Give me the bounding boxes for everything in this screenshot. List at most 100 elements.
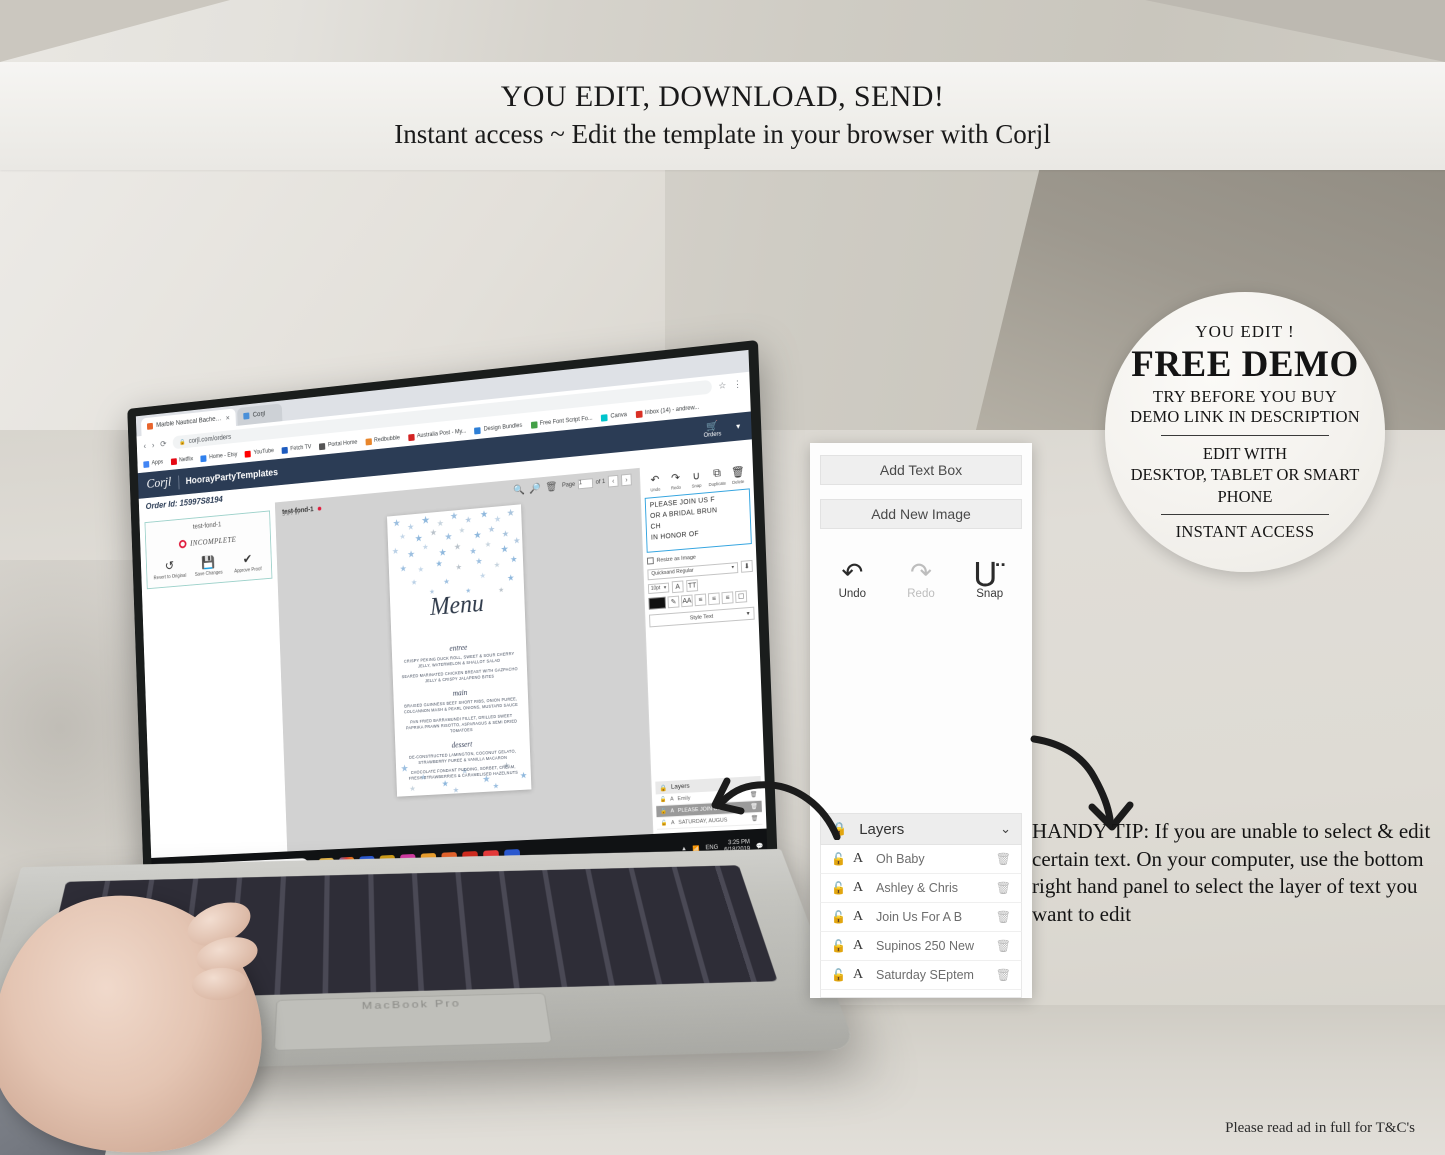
redo-button[interactable]: ↷ Redo xyxy=(901,559,942,600)
checkbox-icon[interactable] xyxy=(646,557,654,565)
bookmark-item[interactable]: Australia Post - My... xyxy=(407,428,467,441)
layer-row[interactable]: 🔓 A Saturday SEptem 🗑 xyxy=(820,961,1022,990)
layer-row[interactable]: 🔓 A Supinos 250 New 🗑 xyxy=(820,932,1022,961)
approve-proof-button[interactable]: ✔ Approve Proof xyxy=(229,550,266,575)
trash-icon[interactable]: 🗑 xyxy=(545,481,557,493)
duplicate-button[interactable]: ⧉ Duplicate xyxy=(707,467,728,488)
layer-row[interactable]: 🔓 A Join Us For A B 🗑 xyxy=(820,903,1022,932)
undo-button[interactable]: ↶ Undo xyxy=(645,472,666,493)
undo-button[interactable]: ↶ Undo xyxy=(832,559,873,600)
unlock-icon[interactable]: 🔓 xyxy=(831,881,846,895)
layer-row[interactable]: 🔓 A Ashley & Chris 🗑 xyxy=(820,874,1022,903)
unlock-icon[interactable]: 🔓 xyxy=(831,910,846,924)
align-center-icon[interactable]: ≡ xyxy=(721,591,734,605)
terms-note: Please read ad in full for T&C's xyxy=(1225,1120,1415,1136)
star-icon: ★ xyxy=(509,554,518,565)
layer-row[interactable]: 🔓 A Oh Baby 🗑 xyxy=(820,845,1022,874)
next-page-button[interactable]: › xyxy=(620,473,632,487)
bookmark-item[interactable]: Inbox (14) - andrew... xyxy=(635,404,699,418)
star-icon: ★ xyxy=(438,547,447,559)
back-icon[interactable]: ‹ xyxy=(143,441,146,450)
star-icon: ★ xyxy=(452,785,460,795)
unlock-icon[interactable]: 🔓 xyxy=(660,808,667,814)
eyedropper-icon[interactable]: ✎ xyxy=(667,595,680,609)
redo-button[interactable]: ↷ Redo xyxy=(665,470,686,491)
font-upload-button[interactable]: ⬇ xyxy=(740,559,753,573)
header-banner: YOU EDIT, DOWNLOAD, SEND! Instant access… xyxy=(0,62,1445,170)
star-icon: ★ xyxy=(493,513,502,525)
star-icon: ★ xyxy=(492,781,500,791)
bookmark-item[interactable]: Free Font Script Fo... xyxy=(530,415,593,429)
increase-size-button[interactable]: TT xyxy=(686,579,699,593)
close-icon[interactable]: × xyxy=(226,414,230,423)
chevron-down-icon[interactable]: ▼ xyxy=(735,423,742,431)
orders-button[interactable]: 🛒 Orders xyxy=(703,420,722,438)
corjl-left-sidebar: test-fond-1 INCOMPLETE ↺ Revert to Origi… xyxy=(139,502,289,890)
reload-icon[interactable]: ⟳ xyxy=(160,438,167,449)
chevron-down-icon: ▾ xyxy=(746,611,750,618)
add-text-box-button[interactable]: Add Text Box xyxy=(820,455,1022,485)
tool-label: Duplicate xyxy=(708,480,727,488)
bookmark-item[interactable]: Netflix xyxy=(170,456,194,465)
undo-icon: ↶ xyxy=(650,473,660,487)
menu-item: PAN FRIED BARRAMUNDI FILLET, GRILLED SWE… xyxy=(405,712,518,734)
bookmark-item[interactable]: Fetch TV xyxy=(281,444,312,454)
page-control: Page 1 of 1 ‹ › xyxy=(562,473,632,492)
unlock-icon[interactable]: 🔓 xyxy=(660,796,667,802)
layers-header[interactable]: 🔒 Layers ⌄ xyxy=(820,813,1022,845)
add-new-image-button[interactable]: Add New Image xyxy=(820,499,1022,529)
font-size-select[interactable]: 10pt ▾ xyxy=(647,582,670,595)
selected-text-box[interactable]: PLEASE JOIN US F OR A BRIDAL BRUN CH IN … xyxy=(644,488,752,553)
star-icon: ★ xyxy=(391,545,400,557)
text-color-swatch[interactable] xyxy=(648,596,667,610)
text-case-icon[interactable]: ☐ xyxy=(735,590,748,604)
snap-button[interactable]: ⋃¨ Snap xyxy=(969,559,1010,600)
prev-page-button[interactable]: ‹ xyxy=(607,474,619,488)
zoom-out-icon[interactable]: 🔎 xyxy=(529,483,541,495)
snap-button[interactable]: ∪ Snap xyxy=(686,469,707,490)
delete-button[interactable]: 🗑 Delete xyxy=(727,465,748,486)
forward-icon[interactable]: › xyxy=(152,440,155,449)
unlock-icon[interactable]: 🔓 xyxy=(831,968,846,982)
unlock-icon[interactable]: 🔓 xyxy=(661,820,668,826)
background-corner-topright xyxy=(1145,0,1445,62)
line-height-icon[interactable]: ≡ xyxy=(694,593,707,607)
bookmark-item[interactable]: Portal Home xyxy=(319,439,357,450)
badge-try-before: TRY BEFORE YOU BUY xyxy=(1152,386,1338,406)
decrease-size-button[interactable]: A xyxy=(671,580,684,594)
unlock-icon[interactable]: 🔓 xyxy=(831,939,846,953)
corjl-canvas-area: test-fond-1 🔍 🔎 🗑 Page 1 of 1 ‹ › 5 x 7 … xyxy=(275,468,653,851)
duplicate-icon: ⧉ xyxy=(712,467,722,480)
menu-card-design[interactable]: ★ ★ ★ ★ ★ ★ ★ ★ ★ ★ ★ ★ ★ ★ ★ ★ ★ ★ ★ ★ ★ ★ ★ ★ ★ ★ ★ ★ ★ ★ ★ ★ ★ ★ ★ ★ ★ ★ ★ ★… xyxy=(387,504,532,797)
action-label: Save Changes xyxy=(194,569,223,578)
zoom-in-icon[interactable]: 🔍 xyxy=(513,484,525,496)
menu-icon[interactable]: ⋮ xyxy=(733,378,742,390)
laptop-screen: Marble Nautical Bachelorette × Corjl ‹ ›… xyxy=(135,349,768,890)
bookmark-item[interactable]: YouTube xyxy=(244,448,274,458)
letter-spacing-icon[interactable]: AA xyxy=(680,594,693,608)
style-text-accordion[interactable]: Style Text ▾ xyxy=(649,606,755,628)
bookmark-item[interactable]: Redbubble xyxy=(365,435,400,446)
menu-card-content: entree CRISPY PEKING DUCK ROLL, SWEET & … xyxy=(392,632,531,783)
chevron-down-icon[interactable]: ⌄ xyxy=(1000,821,1011,837)
align-left-icon[interactable]: ≡ xyxy=(707,592,720,606)
bookmark-item[interactable]: Design Bundles xyxy=(474,422,522,434)
lock-icon: 🔒 xyxy=(179,439,186,446)
unlock-icon[interactable]: 🔓 xyxy=(831,852,846,866)
trash-icon[interactable]: 🗑 xyxy=(996,910,1011,924)
trash-icon[interactable]: 🗑 xyxy=(996,939,1011,953)
bookmark-item[interactable]: Home - Etsy xyxy=(200,452,238,462)
bookmark-item[interactable]: Apps xyxy=(143,459,163,468)
save-changes-button[interactable]: 💾 Save Changes xyxy=(190,554,226,579)
trash-icon[interactable]: 🗑 xyxy=(996,968,1011,982)
star-icon[interactable]: ☆ xyxy=(718,380,726,392)
revert-to-original-button[interactable]: ↺ Revert to Original xyxy=(152,557,188,582)
corjl-logo: Corjl xyxy=(146,475,172,492)
page-input[interactable]: 1 xyxy=(577,478,594,490)
star-icon: ★ xyxy=(475,556,483,567)
trash-icon[interactable]: 🗑 xyxy=(996,881,1011,895)
bookmark-item[interactable]: Canva xyxy=(600,412,627,422)
font-size-value: 10pt xyxy=(650,585,661,592)
trash-icon[interactable]: 🗑 xyxy=(996,852,1011,866)
badge-demo-link: DEMO LINK IN DESCRIPTION xyxy=(1130,407,1360,427)
